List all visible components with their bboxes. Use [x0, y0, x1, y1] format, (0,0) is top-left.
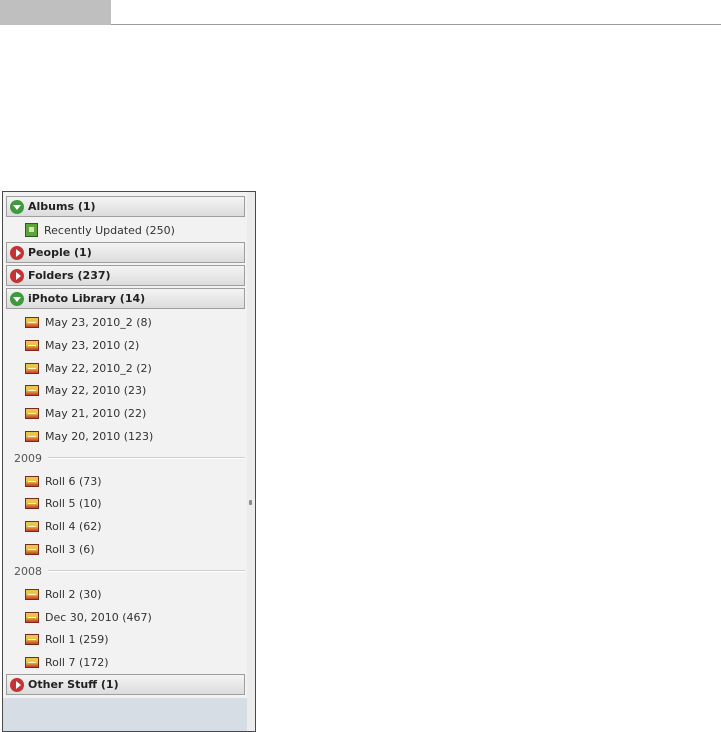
list-item-event[interactable]: Roll 2 (30) [25, 585, 102, 603]
section-header-people[interactable]: People (1) [6, 242, 245, 263]
event-label: Roll 6 (73) [45, 474, 102, 488]
top-divider [111, 24, 721, 25]
event-roll-icon [25, 611, 39, 623]
list-item-event[interactable]: Roll 5 (10) [25, 494, 102, 512]
section-label-people: People (1) [28, 246, 92, 259]
event-roll-icon [25, 588, 39, 600]
top-tab[interactable] [0, 0, 111, 25]
section-header-other-stuff[interactable]: Other Stuff (1) [6, 674, 245, 695]
disclosure-closed-icon[interactable] [10, 268, 24, 283]
event-label: Roll 1 (259) [45, 632, 109, 646]
disclosure-closed-icon[interactable] [10, 245, 24, 260]
event-roll-icon [25, 475, 39, 487]
event-roll-icon [25, 316, 39, 328]
section-label-albums: Albums (1) [28, 200, 96, 213]
event-label: Roll 7 (172) [45, 655, 109, 669]
panel-footer [3, 698, 247, 731]
list-item-event[interactable]: Roll 3 (6) [25, 540, 95, 558]
list-item-event[interactable]: May 20, 2010 (123) [25, 427, 153, 445]
event-label: May 20, 2010 (123) [45, 429, 154, 443]
event-label: May 22, 2010_2 (2) [45, 361, 152, 375]
event-roll-icon [25, 520, 39, 532]
event-roll-icon [25, 384, 39, 396]
section-header-albums[interactable]: Albums (1) [6, 196, 245, 217]
year-divider-line [48, 457, 245, 459]
year-separator-2009: 2009 [14, 451, 245, 465]
event-roll-icon [25, 430, 39, 442]
list-item-event[interactable]: Roll 4 (62) [25, 517, 102, 535]
section-header-iphoto-library[interactable]: iPhoto Library (14) [6, 288, 245, 309]
event-label: Roll 3 (6) [45, 542, 95, 556]
event-roll-icon [25, 407, 39, 419]
disclosure-open-icon[interactable] [10, 291, 24, 306]
year-label: 2008 [14, 564, 42, 578]
list-item-album[interactable]: Recently Updated (250) [25, 221, 175, 239]
event-roll-icon [25, 543, 39, 555]
section-label-folders: Folders (237) [28, 269, 111, 282]
event-label: May 23, 2010_2 (8) [45, 315, 152, 329]
album-label: Recently Updated (250) [44, 223, 175, 237]
year-label: 2009 [14, 451, 42, 465]
section-label-other-stuff: Other Stuff (1) [28, 678, 119, 691]
event-roll-icon [25, 339, 39, 351]
source-list-panel: Albums (1) Recently Updated (250) People… [2, 191, 256, 732]
list-item-event[interactable]: May 23, 2010_2 (8) [25, 313, 152, 331]
event-label: May 22, 2010 (23) [45, 383, 147, 397]
event-label: Dec 30, 2010 (467) [45, 610, 152, 624]
event-roll-icon [25, 633, 39, 645]
event-roll-icon [25, 362, 39, 374]
list-item-event[interactable]: May 23, 2010 (2) [25, 336, 139, 354]
event-label: May 23, 2010 (2) [45, 338, 140, 352]
section-label-iphoto-library: iPhoto Library (14) [28, 292, 146, 305]
list-item-event[interactable]: May 22, 2010 (23) [25, 381, 146, 399]
event-label: Roll 5 (10) [45, 496, 102, 510]
scrollbar-grip[interactable] [249, 500, 252, 505]
list-item-event[interactable]: May 21, 2010 (22) [25, 404, 146, 422]
list-item-event[interactable]: Roll 6 (73) [25, 472, 102, 490]
disclosure-open-icon[interactable] [10, 199, 24, 214]
event-roll-icon [25, 656, 39, 668]
vertical-scrollbar[interactable] [247, 192, 255, 731]
list-item-event[interactable]: Dec 30, 2010 (467) [25, 608, 152, 626]
event-label: Roll 4 (62) [45, 519, 102, 533]
list-item-event[interactable]: Roll 7 (172) [25, 653, 109, 671]
event-roll-icon [25, 497, 39, 509]
section-header-folders[interactable]: Folders (237) [6, 265, 245, 286]
list-item-event[interactable]: May 22, 2010_2 (2) [25, 359, 152, 377]
list-item-event[interactable]: Roll 1 (259) [25, 630, 109, 648]
event-label: May 21, 2010 (22) [45, 406, 147, 420]
year-divider-line [48, 570, 245, 572]
smart-album-icon [25, 223, 38, 237]
event-label: Roll 2 (30) [45, 587, 102, 601]
disclosure-closed-icon[interactable] [10, 677, 24, 692]
year-separator-2008: 2008 [14, 564, 245, 578]
